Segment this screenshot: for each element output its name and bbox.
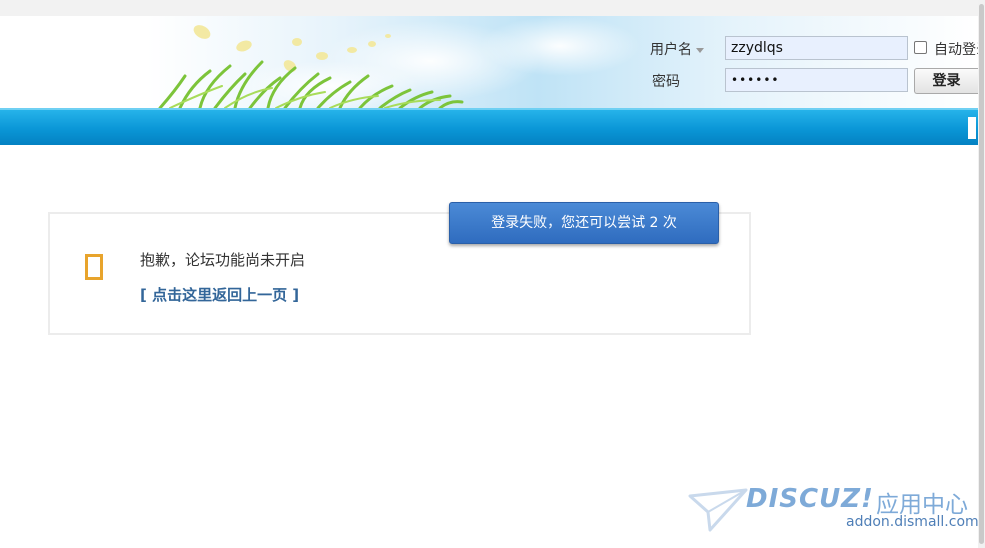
- username-input[interactable]: zzydlqs: [725, 36, 908, 60]
- remember-label[interactable]: 自动登录: [934, 39, 978, 59]
- watermark-url: addon.dismall.com: [846, 514, 979, 530]
- caret-down-icon[interactable]: [696, 47, 704, 53]
- browser-top-strip: [0, 0, 978, 17]
- login-failed-toast: 登录失败，您还可以尝试 2 次: [449, 202, 719, 244]
- username-label[interactable]: 用户名: [650, 39, 704, 59]
- password-input[interactable]: ••••••: [725, 68, 908, 92]
- nav-search-box[interactable]: [968, 117, 976, 139]
- alert-icon: [85, 254, 103, 280]
- paper-plane-icon: [688, 488, 748, 532]
- message-text: 抱歉，论坛功能尚未开启: [140, 251, 306, 269]
- remember-checkbox[interactable]: [914, 41, 927, 54]
- login-form: 用户名 zzydlqs 自动登录 密码 •••••• 登录: [0, 16, 985, 108]
- main-nav-bar: [0, 108, 978, 145]
- back-link[interactable]: [ 点击这里返回上一页 ]: [140, 284, 299, 305]
- login-button[interactable]: 登录: [914, 68, 978, 94]
- watermark: DISCUZ! 应用中心 addon.dismall.com: [688, 484, 979, 544]
- watermark-logo: DISCUZ!: [746, 484, 874, 514]
- password-label: 密码: [652, 74, 680, 90]
- scrollbar-thumb[interactable]: [979, 4, 984, 544]
